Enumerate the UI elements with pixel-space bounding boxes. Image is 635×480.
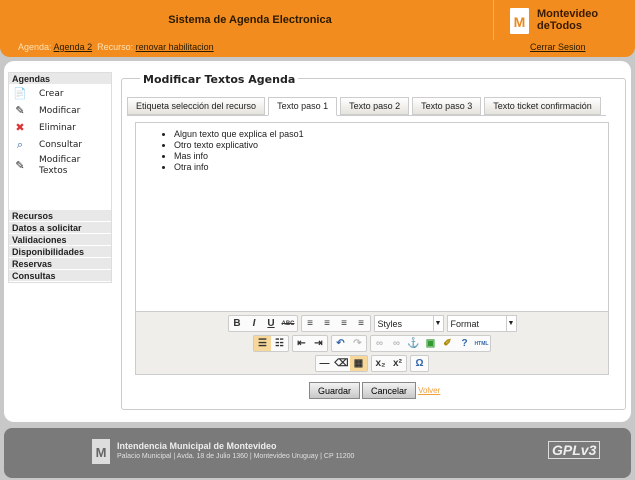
- logo-mark: M: [510, 8, 529, 34]
- anchor-icon[interactable]: ⚓: [405, 336, 422, 351]
- subscript-icon[interactable]: x₂: [372, 356, 389, 371]
- bold-icon[interactable]: B: [229, 316, 246, 331]
- sidebar-section-datos[interactable]: Datos a solicitar: [9, 222, 111, 234]
- sidebar-section-consultas[interactable]: Consultas: [9, 270, 111, 282]
- sidebar-item-consultar[interactable]: ⌕ Consultar: [9, 136, 111, 153]
- align-left-icon[interactable]: ≡: [302, 316, 319, 331]
- strikethrough-icon[interactable]: ABC: [280, 316, 297, 331]
- bullet-list-icon[interactable]: ☰: [254, 336, 271, 351]
- image-icon[interactable]: ▣: [422, 336, 439, 351]
- format-value: Format: [450, 319, 480, 329]
- italic-icon[interactable]: I: [246, 316, 263, 331]
- tab-texto-paso-1[interactable]: Texto paso 1: [268, 97, 338, 116]
- sidebar-item-label: Modificar: [39, 105, 81, 116]
- sidebar-item-crear[interactable]: 📄 Crear: [9, 85, 111, 102]
- footer-logo: M: [92, 439, 110, 464]
- editor-content[interactable]: Algun texto que explica el paso1 Otro te…: [136, 123, 608, 311]
- sidebar-item-label: Consultar: [39, 139, 83, 150]
- save-button[interactable]: Guardar: [309, 382, 361, 399]
- eraser-icon[interactable]: ⌫: [333, 356, 350, 371]
- form-actions: Guardar Cancelar Volver: [309, 382, 440, 399]
- special-char-icon[interactable]: Ω: [411, 356, 428, 371]
- back-link[interactable]: Volver: [418, 386, 440, 395]
- list-item: Algun texto que explica el paso1: [174, 129, 608, 140]
- indent-icon[interactable]: ⇥: [310, 336, 327, 351]
- tab-bar: Etiqueta selección del recurso Texto pas…: [127, 97, 601, 116]
- sidebar-item-modificar-textos[interactable]: ✎ Modificar Textos: [9, 153, 111, 179]
- sidebar-item-eliminar[interactable]: ✖ Eliminar: [9, 119, 111, 136]
- unlink-icon[interactable]: ∞: [388, 336, 405, 351]
- edit-text-icon: ✎: [15, 159, 25, 172]
- header: Sistema de Agenda Electronica M Montevid…: [0, 0, 635, 57]
- list-item: Otra info: [174, 162, 608, 173]
- search-icon: ⌕: [16, 137, 24, 151]
- styles-value: Styles: [377, 319, 403, 329]
- format-select[interactable]: Format ▼: [446, 315, 517, 332]
- list-item: Otro texto explicativo: [174, 140, 608, 151]
- recurso-link[interactable]: renovar habilitacion: [136, 42, 214, 52]
- logo: M Montevideo deTodos: [493, 0, 598, 40]
- underline-icon[interactable]: U: [263, 316, 280, 331]
- sidebar-item-label: Modificar Textos: [39, 155, 81, 176]
- horizontal-rule-icon[interactable]: —: [316, 356, 333, 371]
- footer-org: Intendencia Municipal de Montevideo: [117, 441, 277, 451]
- align-center-icon[interactable]: ≡: [319, 316, 336, 331]
- sidebar-item-label: Crear: [39, 88, 64, 99]
- tab-texto-ticket[interactable]: Texto ticket confirmación: [484, 97, 601, 115]
- list-item: Mas info: [174, 151, 608, 162]
- outdent-icon[interactable]: ⇤: [293, 336, 310, 351]
- page-title: Modificar Textos Agenda: [140, 73, 299, 86]
- numbered-list-icon[interactable]: ☷: [271, 336, 288, 351]
- logo-line2: deTodos: [537, 20, 583, 32]
- agenda-label: Agenda:: [18, 42, 52, 52]
- undo-icon[interactable]: ↶: [332, 336, 349, 351]
- table-icon[interactable]: ▦: [350, 356, 367, 371]
- redo-icon[interactable]: ↷: [349, 336, 366, 351]
- tab-texto-paso-3[interactable]: Texto paso 3: [412, 97, 482, 115]
- logo-line1: Montevideo: [537, 8, 599, 20]
- tab-texto-paso-2[interactable]: Texto paso 2: [340, 97, 410, 115]
- sidebar-section-reservas[interactable]: Reservas: [9, 258, 111, 270]
- html-icon[interactable]: HTML: [473, 336, 490, 351]
- tab-etiqueta[interactable]: Etiqueta selección del recurso: [127, 97, 266, 115]
- new-doc-icon: 📄: [13, 86, 27, 100]
- sidebar: Agendas 📄 Crear ✎ Modificar ✖ Eliminar ⌕ Con…: [8, 72, 112, 283]
- sidebar-section-validaciones[interactable]: Validaciones: [9, 234, 111, 246]
- cleanup-icon[interactable]: ✐: [439, 336, 456, 351]
- sidebar-section-recursos[interactable]: Recursos: [9, 210, 111, 222]
- footer-address: Palacio Municipal | Avda. 18 de Julio 13…: [117, 453, 355, 460]
- app-title: Sistema de Agenda Electronica: [168, 14, 332, 26]
- styles-select[interactable]: Styles ▼: [373, 315, 444, 332]
- chevron-down-icon: ▼: [432, 316, 443, 331]
- link-icon[interactable]: ∞: [371, 336, 388, 351]
- help-icon[interactable]: ?: [456, 336, 473, 351]
- sidebar-section-disponibilidades[interactable]: Disponibilidades: [9, 246, 111, 258]
- delete-icon: ✖: [15, 120, 25, 134]
- edit-icon: ✎: [15, 103, 25, 117]
- sidebar-item-modificar[interactable]: ✎ Modificar: [9, 102, 111, 119]
- sidebar-section-agendas[interactable]: Agendas: [9, 73, 111, 85]
- context-bar: Agenda: Agenda 2 Recurso: renovar habili…: [18, 42, 214, 52]
- editor-toolbar: B I U ABC ≡ ≡ ≡ ≡ Styles ▼ Format ▼ ☰ ☷ ⇤ ⇥ ↶ ↷ ∞ ∞ ⚓…: [136, 311, 608, 374]
- cancel-button[interactable]: Cancelar: [362, 382, 417, 399]
- superscript-icon[interactable]: x²: [389, 356, 406, 371]
- sidebar-item-label: Eliminar: [39, 122, 76, 133]
- align-right-icon[interactable]: ≡: [336, 316, 353, 331]
- justify-icon[interactable]: ≡: [353, 316, 370, 331]
- rich-text-editor: Algun texto que explica el paso1 Otro te…: [135, 122, 609, 375]
- recurso-label: Recurso:: [97, 42, 134, 52]
- gpl-logo: GPLv3: [548, 441, 601, 459]
- logout-link[interactable]: Cerrar Sesion: [530, 42, 586, 52]
- chevron-down-icon: ▼: [505, 316, 516, 331]
- agenda-link[interactable]: Agenda 2: [54, 42, 93, 52]
